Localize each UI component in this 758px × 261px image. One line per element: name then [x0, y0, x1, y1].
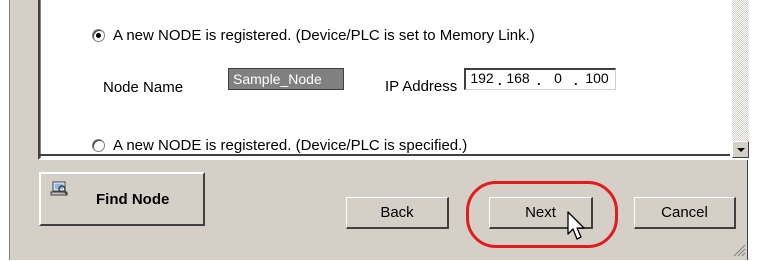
vertical-scrollbar[interactable]: [732, 0, 749, 158]
radio-dot: [96, 33, 101, 38]
ip-address-label: IP Address: [385, 78, 458, 95]
cancel-button[interactable]: Cancel: [634, 197, 736, 229]
options-panel: A new NODE is registered. (Device/PLC is…: [38, 0, 749, 160]
chevron-down-icon: [737, 148, 745, 152]
radio-button-selected[interactable]: [92, 29, 105, 42]
ip-octet-4[interactable]: 100: [583, 70, 611, 86]
node-name-label: Node Name: [103, 79, 184, 96]
back-button[interactable]: Back: [346, 197, 449, 229]
ip-octet-3[interactable]: 0: [544, 70, 572, 86]
scroll-down-button[interactable]: [732, 141, 749, 158]
ip-separator: .: [574, 73, 578, 88]
options-list: A new NODE is registered. (Device/PLC is…: [40, 0, 730, 156]
radio-device-specified-label: A new NODE is registered. (Device/PLC is…: [113, 137, 468, 154]
node-name-field[interactable]: Sample_Node: [228, 68, 344, 90]
ip-octet-1[interactable]: 192: [468, 70, 496, 86]
radio-memory-link-label: A new NODE is registered. (Device/PLC is…: [113, 27, 535, 44]
ip-octet-2[interactable]: 168: [504, 70, 532, 86]
radio-memory-link[interactable]: A new NODE is registered. (Device/PLC is…: [92, 27, 535, 44]
find-node-button[interactable]: Find Node: [39, 172, 205, 226]
find-node-label: Find Node: [96, 190, 170, 208]
ip-separator: .: [498, 73, 502, 88]
ip-separator: .: [537, 73, 541, 88]
resize-grip-icon[interactable]: [733, 244, 746, 261]
radio-button[interactable]: [92, 139, 105, 152]
magnifier-computer-icon: [50, 181, 68, 201]
radio-device-specified[interactable]: A new NODE is registered. (Device/PLC is…: [92, 137, 467, 154]
ip-address-field[interactable]: 192 . 168 . 0 . 100: [464, 68, 616, 90]
mouse-pointer-icon: [567, 211, 589, 245]
